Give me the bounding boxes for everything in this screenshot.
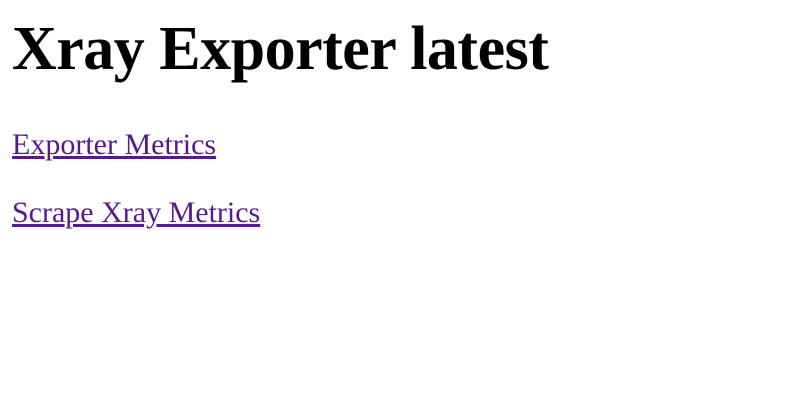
- page: Xray Exporter latest Exporter Metrics Sc…: [0, 0, 798, 414]
- scrape-xray-metrics-link[interactable]: Scrape Xray Metrics: [12, 196, 260, 229]
- page-title: Xray Exporter latest: [12, 15, 549, 83]
- link-row-exporter-metrics: Exporter Metrics: [12, 128, 786, 162]
- exporter-metrics-link[interactable]: Exporter Metrics: [12, 128, 216, 161]
- link-row-scrape-xray-metrics: Scrape Xray Metrics: [12, 196, 786, 230]
